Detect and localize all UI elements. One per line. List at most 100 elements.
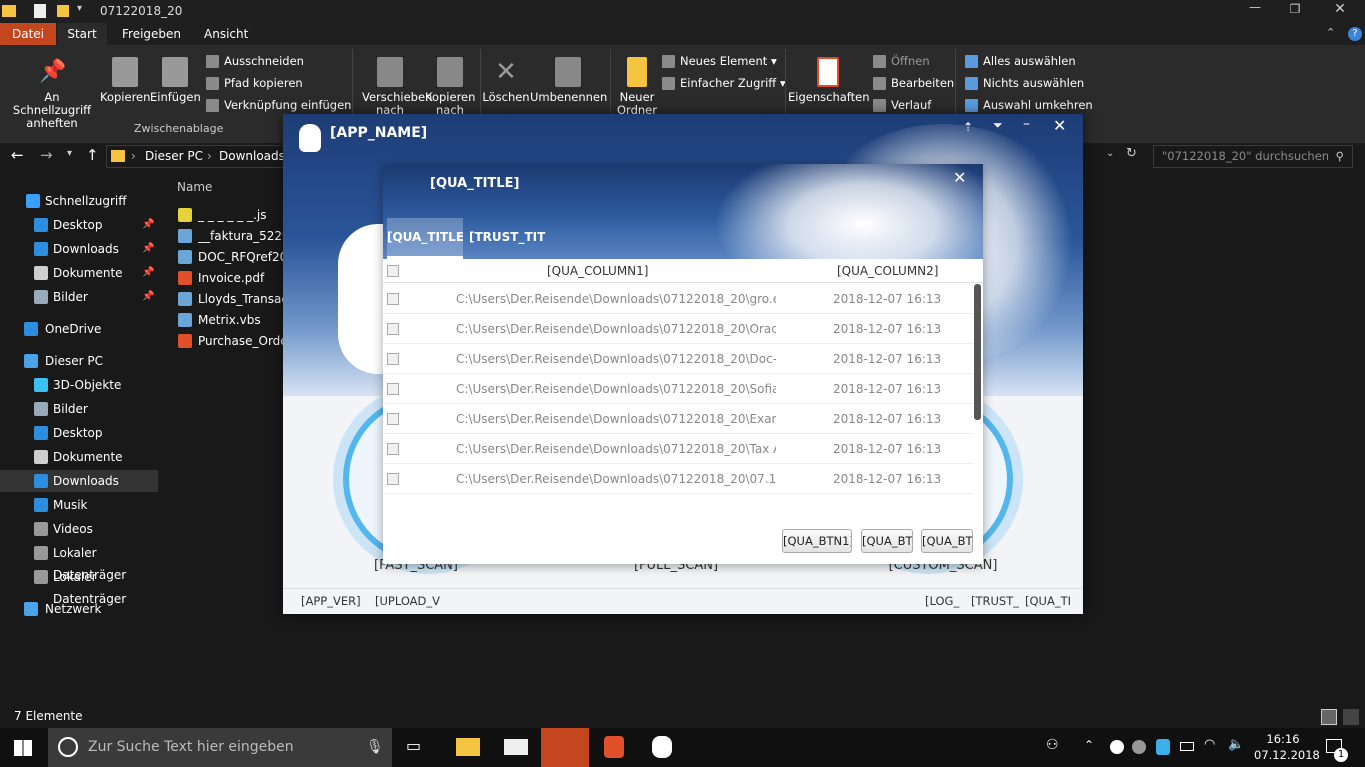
refresh-icon[interactable]: ↻ [1126,146,1137,161]
sidebar-item[interactable]: OneDrive [0,318,158,340]
row-checkbox[interactable] [387,293,399,305]
cut-button[interactable]: Ausschneiden [206,51,304,71]
sidebar-item[interactable]: Bilder 📌 [0,286,158,308]
up-arrow-icon[interactable]: ↑ [86,146,99,164]
minimize-button[interactable]: — [1240,0,1270,23]
tray-security-icon[interactable] [1156,739,1170,755]
breadcrumb[interactable]: › Dieser PC › Downloads [106,145,285,168]
log-link[interactable]: [LOG_ [925,589,959,613]
help-icon[interactable]: ? [1348,27,1362,41]
list-scrollbar[interactable] [974,284,981,420]
collapse-ribbon-icon[interactable]: ⌃ [1326,26,1335,39]
tab-freigeben[interactable]: Freigeben [110,23,193,45]
quarantine-button-3[interactable]: [QUA_BT [ [921,529,973,553]
properties-button[interactable]: Eigenschaften [788,57,870,104]
select-all-checkbox[interactable] [387,265,399,277]
column-header-name[interactable]: Name [177,180,212,194]
forward-arrow-icon[interactable]: → [40,146,53,164]
row-checkbox[interactable] [387,323,399,335]
quarantine-row[interactable]: C:\Users\Der.Reisende\Downloads\07122018… [383,404,973,434]
close-button[interactable]: ✕ [1330,1,1350,21]
menu-dropdown-icon[interactable]: ⏷ [993,118,1003,133]
quarantine-row[interactable]: C:\Users\Der.Reisende\Downloads\07122018… [383,344,973,374]
battery-icon[interactable] [1180,742,1194,751]
select-all-button[interactable]: Alles auswählen [965,51,1076,71]
tray-app-icon[interactable] [1110,740,1124,754]
windows-start-icon[interactable] [14,740,32,756]
copy-path-button[interactable]: Pfad kopieren [206,73,303,93]
sidebar-item[interactable]: Videos [0,518,158,540]
upload-link[interactable]: [UPLOAD_V [375,589,440,613]
people-icon[interactable]: ⚇ [1046,737,1059,753]
sidebar-item[interactable]: Dokumente [0,446,158,468]
sidebar-item[interactable]: Netzwerk [0,598,158,620]
copy-button[interactable]: Kopieren [100,57,150,104]
sidebar-item[interactable]: Lokaler Datenträger [0,566,158,606]
sidebar-item[interactable]: 3D-Objekte [0,374,158,396]
tray-network-share-icon[interactable] [1132,740,1146,754]
clock[interactable]: 16:16 07.12.2018 [1254,731,1320,763]
sidebar-item[interactable]: Downloads 📌 [0,238,158,260]
history-button[interactable]: Verlauf [873,95,931,115]
rename-button[interactable]: Umbenennen [530,57,607,104]
invert-selection-button[interactable]: Auswahl umkehren [965,95,1093,115]
breadcrumb-item-pc[interactable]: Dieser PC [145,146,203,167]
app-close-button[interactable]: ✕ [1053,116,1066,135]
move-to-button[interactable]: Verschieben nach [356,57,432,117]
taskbar-search-input[interactable]: Zur Suche Text hier eingeben 🎙 [48,728,392,767]
tab-start[interactable]: Start [57,23,107,45]
recent-dropdown-icon[interactable]: ▾ [67,148,72,159]
wifi-icon[interactable]: ◠ [1204,737,1215,752]
quarantine-button-2[interactable]: [QUA_BT [ [861,529,913,553]
sidebar-item[interactable]: Bilder [0,398,158,420]
microphone-icon[interactable]: 🎙 [366,728,384,767]
trust-link[interactable]: [TRUST_ [971,589,1019,613]
new-folder-button[interactable]: Neuer Ordner [612,57,662,117]
tray-chevron-icon[interactable]: ⌃ [1084,738,1094,752]
new-folder-quick-icon[interactable] [57,5,69,17]
maximize-button[interactable]: ❐ [1285,2,1305,22]
active-app-taskbar-icon[interactable] [541,728,589,767]
large-icons-view-icon[interactable] [1343,709,1359,725]
brave-taskbar-icon[interactable] [604,736,624,758]
paste-shortcut-button[interactable]: Verknüpfung einfügen [206,95,351,115]
breadcrumb-item-downloads[interactable]: Downloads [219,146,285,167]
task-view-icon[interactable]: ▭ [406,736,430,758]
mail-taskbar-icon[interactable] [504,739,528,755]
pin-button[interactable]: 📌 An Schnellzugriff anheften [4,57,100,130]
quarantine-row[interactable]: C:\Users\Der.Reisende\Downloads\07122018… [383,434,973,464]
tab-datei[interactable]: Datei [0,23,56,45]
properties-quick-icon[interactable] [34,4,46,18]
address-dropdown-icon[interactable]: ⌄ [1106,148,1114,159]
copy-to-button[interactable]: Kopieren nach [422,57,478,117]
volume-icon[interactable]: 🔈 [1228,737,1244,752]
quarantine-row[interactable]: C:\Users\Der.Reisende\Downloads\07122018… [383,464,973,494]
sidebar-item[interactable]: Schnellzugriff [0,190,158,212]
paste-button[interactable]: Einfügen [150,57,201,104]
quarantine-button-1[interactable]: [QUA_BTN1] [782,529,852,553]
open-button[interactable]: Öffnen [873,51,930,71]
sidebar-item[interactable]: Dieser PC [0,350,158,372]
select-none-button[interactable]: Nichts auswählen [965,73,1084,93]
sidebar-item[interactable]: Musik [0,494,158,516]
dialog-close-button[interactable]: ✕ [953,168,966,187]
quarantine-link[interactable]: [QUA_TI [1025,589,1071,613]
sidebar-item[interactable]: Desktop 📌 [0,214,158,236]
file-explorer-taskbar-icon[interactable] [456,738,480,756]
quarantine-row[interactable]: C:\Users\Der.Reisende\Downloads\07122018… [383,314,973,344]
row-checkbox[interactable] [387,353,399,365]
pin-window-icon[interactable]: ⇡ [963,120,973,134]
tab-trust[interactable]: [TRUST_TIT [469,218,549,259]
row-checkbox[interactable] [387,383,399,395]
tab-quarantine[interactable]: [QUA_TITLE [387,218,463,259]
quarantine-row[interactable]: C:\Users\Der.Reisende\Downloads\07122018… [383,284,973,314]
antivirus-taskbar-icon[interactable] [652,736,672,758]
app-minimize-button[interactable]: – [1023,116,1030,132]
edit-button[interactable]: Bearbeiten [873,73,954,93]
qat-dropdown-icon[interactable]: ▾ [77,3,82,14]
details-view-icon[interactable] [1321,709,1337,725]
sidebar-item[interactable]: Downloads [0,470,158,492]
sidebar-item[interactable]: Lokaler Datenträger [0,542,158,582]
search-input[interactable]: "07122018_20" durchsuchen ⚲ [1153,145,1353,168]
new-item-button[interactable]: Neues Element ▾ [662,51,777,71]
